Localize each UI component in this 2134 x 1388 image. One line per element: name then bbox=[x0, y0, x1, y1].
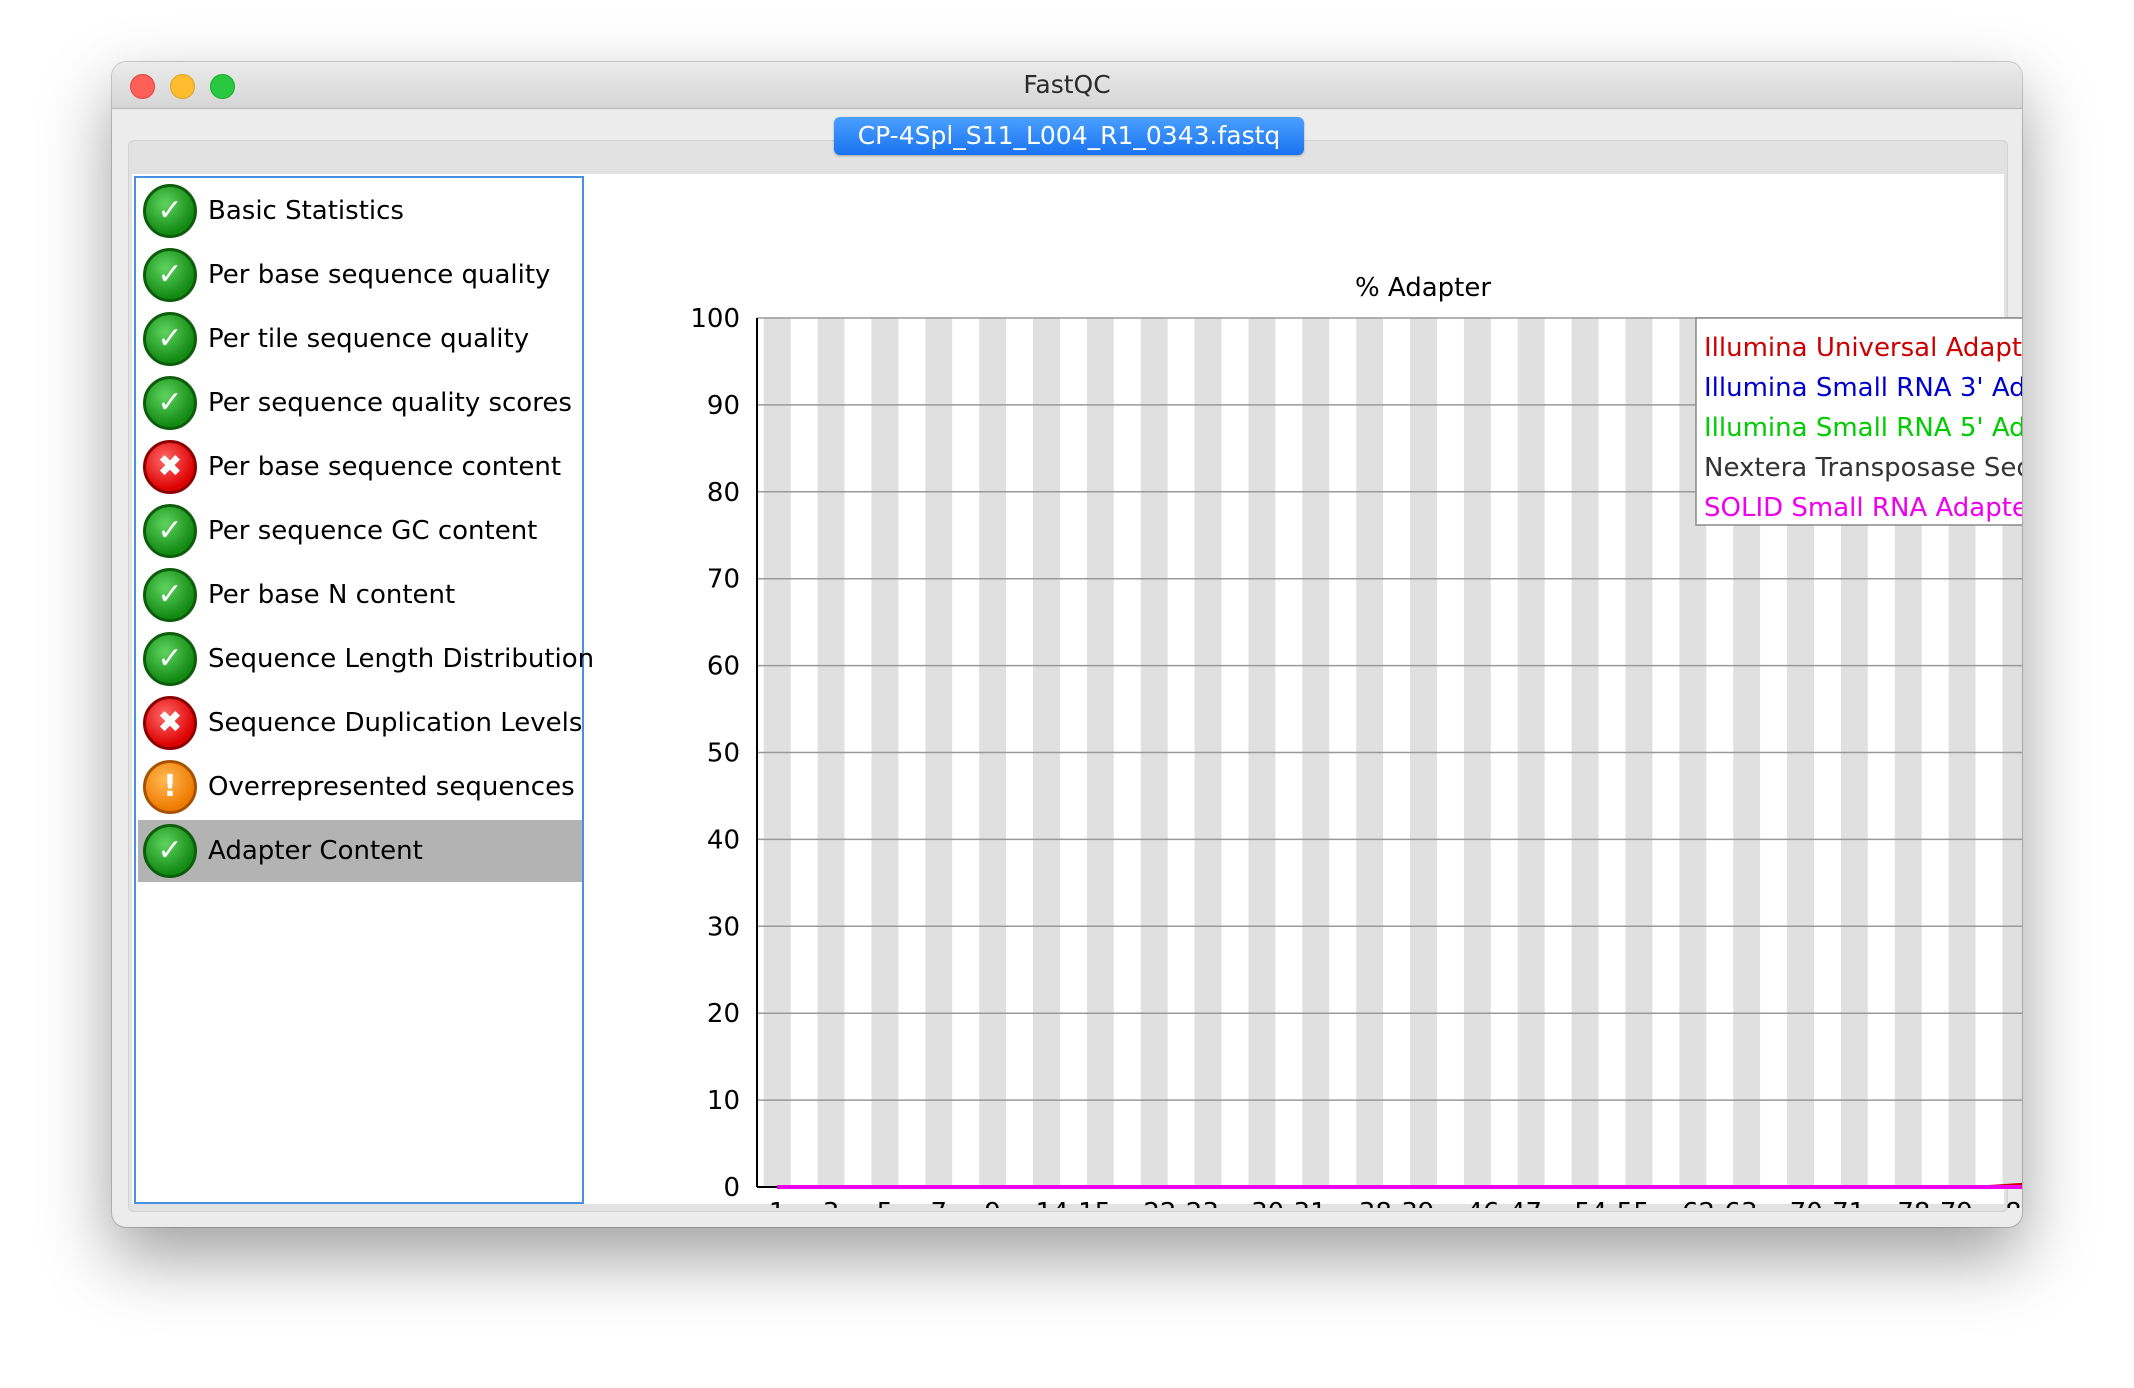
module-item[interactable]: ✓ Adapter Content bbox=[138, 820, 582, 882]
x-tick-label: 9 bbox=[984, 1198, 1001, 1208]
module-label: Overrepresented sequences bbox=[208, 772, 575, 802]
tab-file[interactable]: CP-4Spl_S11_L004_R1_0343.fastq bbox=[834, 117, 1304, 155]
chart-title: % Adapter bbox=[1355, 273, 1491, 303]
x-tick-label: 38-39 bbox=[1359, 1198, 1435, 1208]
module-item[interactable]: ✓ Per sequence quality scores bbox=[138, 372, 582, 434]
y-tick-label: 60 bbox=[707, 652, 740, 682]
check-icon: ✓ bbox=[143, 824, 197, 878]
module-label: Per sequence quality scores bbox=[208, 388, 572, 418]
y-tick-label: 80 bbox=[707, 478, 740, 508]
x-tick-label: 30-31 bbox=[1251, 1198, 1327, 1208]
module-label: Per sequence GC content bbox=[208, 516, 538, 546]
module-item[interactable]: ✓ Per tile sequence quality bbox=[138, 308, 582, 370]
module-label: Per base N content bbox=[208, 580, 456, 610]
legend-entry: Illumina Small RNA 5' Adapter bbox=[1704, 413, 2022, 443]
x-tick-label: 3 bbox=[823, 1198, 840, 1208]
module-item[interactable]: ! Overrepresented sequences bbox=[138, 756, 582, 818]
x-tick-label: 86-87 bbox=[2005, 1198, 2022, 1208]
module-label: Per base sequence quality bbox=[208, 260, 551, 290]
x-tick-label: 22-23 bbox=[1143, 1198, 1219, 1208]
check-icon: ✓ bbox=[143, 312, 197, 366]
module-item[interactable]: ✓ Per base sequence quality bbox=[138, 244, 582, 306]
x-tick-label: 5 bbox=[877, 1198, 894, 1208]
module-label: Sequence Length Distribution bbox=[208, 644, 595, 674]
cross-icon: ✖ bbox=[143, 440, 197, 494]
check-icon: ✓ bbox=[143, 248, 197, 302]
y-tick-label: 0 bbox=[723, 1173, 740, 1203]
module-item[interactable]: ✖ Sequence Duplication Levels bbox=[138, 692, 582, 754]
legend-entry: SOLID Small RNA Adapter bbox=[1704, 493, 2022, 523]
module-label: Basic Statistics bbox=[208, 196, 404, 226]
module-item[interactable]: ✓ Basic Statistics bbox=[138, 180, 582, 242]
module-item[interactable]: ✓ Sequence Length Distribution bbox=[138, 628, 594, 690]
y-tick-label: 10 bbox=[707, 1086, 740, 1116]
module-label: Adapter Content bbox=[208, 836, 423, 866]
module-item[interactable]: ✓ Per sequence GC content bbox=[138, 500, 582, 562]
cross-icon: ✖ bbox=[143, 696, 197, 750]
module-list: ✓ Basic Statistics ✓ Per base sequence qual… bbox=[134, 176, 594, 1204]
module-item[interactable]: ✖ Per base sequence content bbox=[138, 436, 582, 498]
x-tick-label: 54-55 bbox=[1574, 1198, 1650, 1208]
y-tick-label: 30 bbox=[707, 912, 740, 942]
adapter-content-chart: 0 10 20 30 40 50 60 70 80 90 100 1 3 5 7 9 14-15 22-23 30-… bbox=[690, 273, 2022, 1208]
module-label: Sequence Duplication Levels bbox=[208, 708, 583, 738]
x-tick-label: 7 bbox=[930, 1198, 947, 1208]
check-icon: ✓ bbox=[143, 184, 197, 238]
check-icon: ✓ bbox=[143, 376, 197, 430]
module-item[interactable]: ✓ Per base N content bbox=[138, 564, 582, 626]
x-tick-label: 62-63 bbox=[1682, 1198, 1758, 1208]
x-tick-label: 14-15 bbox=[1036, 1198, 1112, 1208]
x-tick-label: 78-79 bbox=[1897, 1198, 1973, 1208]
y-tick-label: 50 bbox=[707, 739, 740, 769]
title-bar: FastQC bbox=[112, 62, 2022, 109]
legend-entry: Illumina Small RNA 3' Adapter bbox=[1704, 373, 2022, 403]
y-tick-label: 100 bbox=[690, 304, 740, 334]
check-icon: ✓ bbox=[143, 632, 197, 686]
module-label: Per base sequence content bbox=[208, 452, 562, 482]
x-tick-label: 46-47 bbox=[1467, 1198, 1543, 1208]
check-icon: ✓ bbox=[143, 504, 197, 558]
y-tick-label: 70 bbox=[707, 565, 740, 595]
legend-entry: Nextera Transposase Sequence bbox=[1704, 453, 2022, 483]
y-tick-label: 40 bbox=[707, 825, 740, 855]
legend-entry: Illumina Universal Adapter bbox=[1704, 333, 2022, 363]
exclamation-icon: ! bbox=[143, 760, 197, 814]
x-tick-label: 1 bbox=[769, 1198, 786, 1208]
y-tick-label: 20 bbox=[707, 999, 740, 1029]
check-icon: ✓ bbox=[143, 568, 197, 622]
module-label: Per tile sequence quality bbox=[208, 324, 530, 354]
y-tick-label: 90 bbox=[707, 391, 740, 421]
x-tick-label: 70-71 bbox=[1790, 1198, 1866, 1208]
window-title: FastQC bbox=[1023, 70, 1111, 99]
fastqc-window: FastQC CP-4Spl_S11_L004_R1_0343.fastq ✓ B… bbox=[112, 62, 2022, 1227]
